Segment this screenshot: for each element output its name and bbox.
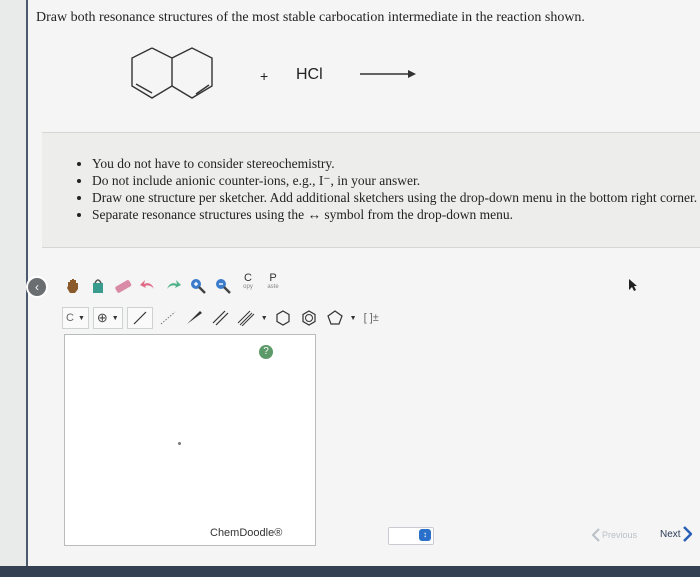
updown-arrow-icon: ↕ <box>419 529 431 541</box>
instruction-item: Separate resonance structures using the … <box>92 206 700 223</box>
paste-label-top: P <box>269 272 277 284</box>
next-label: Next <box>660 528 681 540</box>
hexagon-icon <box>276 310 290 326</box>
previous-button[interactable]: Previous <box>592 528 637 542</box>
hashed-bond-icon <box>160 311 176 325</box>
double-bond-tool[interactable] <box>209 307 231 329</box>
next-button[interactable]: Next <box>660 526 692 542</box>
brackets-icon: [ ]± <box>363 312 379 324</box>
element-label: C <box>66 312 74 324</box>
hashed-bond-tool[interactable] <box>157 307 179 329</box>
ring-tool-pentagon[interactable] <box>324 307 346 329</box>
reaction-plus: + <box>260 68 269 84</box>
chevron-down-icon[interactable]: ▼ <box>261 314 268 322</box>
benzene-icon <box>302 310 316 326</box>
reagent-hcl: HCl <box>296 66 323 83</box>
eraser-icon[interactable] <box>112 275 134 297</box>
chevron-down-icon[interactable]: ▼ <box>350 314 357 322</box>
wedge-bond-tool[interactable] <box>183 307 205 329</box>
mouse-pointer-icon <box>629 279 637 291</box>
chevron-left-icon <box>592 528 600 542</box>
previous-label: Previous <box>602 530 638 540</box>
lasso-icon[interactable] <box>87 275 109 297</box>
wedge-bond-icon <box>186 311 202 324</box>
charge-plus-icon: ⊕ <box>96 310 108 325</box>
help-icon[interactable]: ? <box>259 345 273 359</box>
element-selector[interactable]: C ▼ <box>62 307 89 329</box>
instructions-list: You do not have to consider stereochemis… <box>42 155 700 223</box>
instruction-item: Draw one structure per sketcher. Add add… <box>92 189 700 206</box>
chevron-down-icon: ▼ <box>111 314 119 322</box>
copy-button[interactable]: C opy <box>237 272 259 298</box>
question-text: Draw both resonance structures of the mo… <box>36 10 585 25</box>
reaction-arrow-icon <box>360 70 416 78</box>
bottom-bar <box>0 566 700 577</box>
ring-tool-benzene[interactable] <box>298 307 320 329</box>
hand-icon[interactable] <box>62 275 84 297</box>
sketcher-dropdown[interactable]: ↕ <box>388 527 434 545</box>
triple-bond-icon <box>237 310 255 326</box>
back-icon[interactable]: ‹ <box>26 276 48 298</box>
instruction-item: You do not have to consider stereochemis… <box>92 155 700 172</box>
single-bond-icon <box>133 311 147 325</box>
chemdoodle-sketcher-canvas[interactable]: ? ChemDoodle® <box>64 334 316 546</box>
canvas-dot <box>178 442 181 445</box>
redo-icon[interactable] <box>162 275 184 297</box>
paste-button[interactable]: P aste <box>262 272 284 298</box>
question-page: Draw both resonance structures of the mo… <box>26 0 700 566</box>
sketcher-toolbar-bottom: C ▼ ⊕ ▼ ▼ ▼ []± <box>62 306 382 330</box>
triple-bond-tool[interactable] <box>235 307 257 329</box>
undo-icon[interactable] <box>137 275 159 297</box>
single-bond-tool[interactable] <box>126 307 153 329</box>
copy-label-top: C <box>244 272 252 284</box>
decalin-diene-structure <box>131 47 213 99</box>
charge-selector[interactable]: ⊕ ▼ <box>92 307 123 329</box>
zoom-in-icon[interactable] <box>187 275 209 297</box>
sketcher-toolbar-top: C opy P aste <box>62 272 284 300</box>
chemdoodle-logo: ChemDoodle® <box>210 527 283 539</box>
chevron-down-icon: ▼ <box>77 314 85 322</box>
brackets-tool[interactable]: [ ]± <box>361 308 382 328</box>
zoom-out-icon[interactable] <box>212 275 234 297</box>
paste-label-bottom: aste <box>267 284 279 290</box>
copy-label-bottom: opy <box>243 284 253 290</box>
instruction-item: Do not include anionic counter-ions, e.g… <box>92 172 700 189</box>
ring-tool-cyclohexane[interactable] <box>272 307 294 329</box>
chevron-right-icon <box>682 526 692 542</box>
pentagon-icon <box>326 310 343 325</box>
instructions-panel: You do not have to consider stereochemis… <box>42 132 700 248</box>
double-bond-icon <box>212 310 229 326</box>
